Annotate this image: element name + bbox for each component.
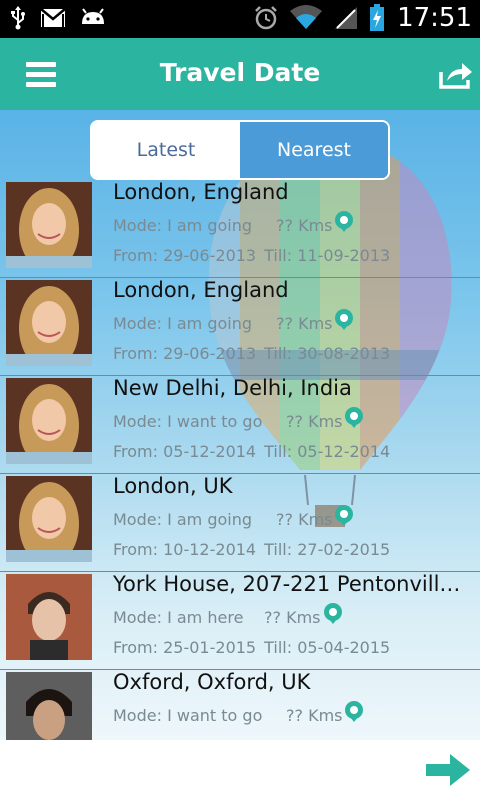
trip-dates: From: 05-12-2014 Till: 05-12-2014: [113, 442, 390, 461]
trip-place: London, England: [113, 180, 289, 204]
trip-from: From: 25-01-2015: [113, 638, 257, 657]
trip-distance: ?? Kms: [276, 510, 333, 529]
trip-place: New Delhi, Delhi, India: [113, 376, 352, 400]
trip-dates: From: 25-01-2015 Till: 05-04-2015: [113, 638, 390, 657]
trip-mode: Mode: I am going: [113, 216, 253, 235]
trip-till: Till: 11-09-2013: [264, 246, 391, 265]
avatar: [6, 378, 92, 464]
trip-dates: From: 10-12-2014 Till: 27-02-2015: [113, 540, 390, 559]
signal-icon: [335, 7, 358, 29]
wifi-icon: [290, 5, 323, 29]
trip-distance: ?? Kms: [276, 216, 333, 235]
avatar: [6, 672, 92, 740]
trip-dates: From: 29-06-2013 Till: 11-09-2013: [113, 246, 390, 265]
trip-place: York House, 207-221 Pentonvill…: [113, 572, 461, 596]
trip-mode: Mode: I am here: [113, 608, 244, 627]
trip-from: From: 10-12-2014: [113, 540, 257, 559]
tab-nearest[interactable]: Nearest: [240, 122, 388, 178]
trip-mode: Mode: I am going: [113, 510, 253, 529]
status-bar: 17:51: [0, 0, 480, 38]
list-item[interactable]: New Delhi, Delhi, India Mode: I want to …: [0, 376, 480, 474]
trip-place: London, England: [113, 278, 289, 302]
trip-distance: ?? Kms: [286, 706, 343, 725]
trip-mode: Mode: I want to go: [113, 706, 263, 725]
location-pin-icon[interactable]: [333, 504, 355, 526]
trip-distance: ?? Kms: [286, 412, 343, 431]
location-pin-icon[interactable]: [322, 602, 344, 624]
trip-till: Till: 05-12-2014: [264, 442, 391, 461]
list-item[interactable]: York House, 207-221 Pentonvill… Mode: I …: [0, 572, 480, 670]
usb-icon: [11, 6, 25, 30]
trip-till: Till: 27-02-2015: [264, 540, 391, 559]
trip-till: Till: 30-08-2013: [264, 344, 391, 363]
avatar: [6, 476, 92, 562]
trip-place: Oxford, Oxford, UK: [113, 670, 311, 694]
status-right-icons: 17:51: [253, 3, 472, 33]
list-item[interactable]: London, England Mode: I am going ?? Kms …: [0, 180, 480, 278]
page-title: Travel Date: [159, 58, 321, 87]
battery-charging-icon: [370, 4, 385, 31]
share-icon[interactable]: [438, 60, 474, 90]
location-pin-icon[interactable]: [333, 210, 355, 232]
content-area: Latest Nearest London, England Mode: I a…: [0, 110, 480, 740]
status-time: 17:51: [397, 3, 472, 33]
trip-from: From: 05-12-2014: [113, 442, 257, 461]
bottom-bar: [0, 740, 480, 800]
location-pin-icon[interactable]: [333, 308, 355, 330]
arrow-right-icon[interactable]: [424, 752, 472, 788]
trip-place: London, UK: [113, 474, 233, 498]
list-item[interactable]: London, UK Mode: I am going ?? Kms From:…: [0, 474, 480, 572]
alarm-icon: [255, 6, 277, 30]
status-left-icons: [10, 6, 106, 30]
trip-list: London, England Mode: I am going ?? Kms …: [0, 180, 480, 740]
trip-from: From: 29-06-2013: [113, 246, 257, 265]
trip-dates: From: 29-06-2013 Till: 30-08-2013: [113, 344, 390, 363]
trip-distance: ?? Kms: [264, 608, 321, 627]
android-icon: [82, 8, 104, 24]
sort-tabs: Latest Nearest: [90, 120, 390, 180]
trip-distance: ?? Kms: [276, 314, 333, 333]
location-pin-icon[interactable]: [343, 700, 365, 722]
avatar: [6, 182, 92, 268]
location-pin-icon[interactable]: [343, 406, 365, 428]
trip-mode: Mode: I want to go: [113, 412, 263, 431]
list-item[interactable]: Oxford, Oxford, UK Mode: I want to go ??…: [0, 670, 480, 740]
action-bar: Travel Date: [0, 38, 480, 110]
avatar: [6, 574, 92, 660]
list-item[interactable]: London, England Mode: I am going ?? Kms …: [0, 278, 480, 376]
avatar: [6, 280, 92, 366]
trip-mode: Mode: I am going: [113, 314, 253, 333]
trip-from: From: 29-06-2013: [113, 344, 257, 363]
trip-till: Till: 05-04-2015: [264, 638, 391, 657]
gmail-icon: [40, 8, 66, 27]
tab-latest[interactable]: Latest: [92, 122, 240, 178]
